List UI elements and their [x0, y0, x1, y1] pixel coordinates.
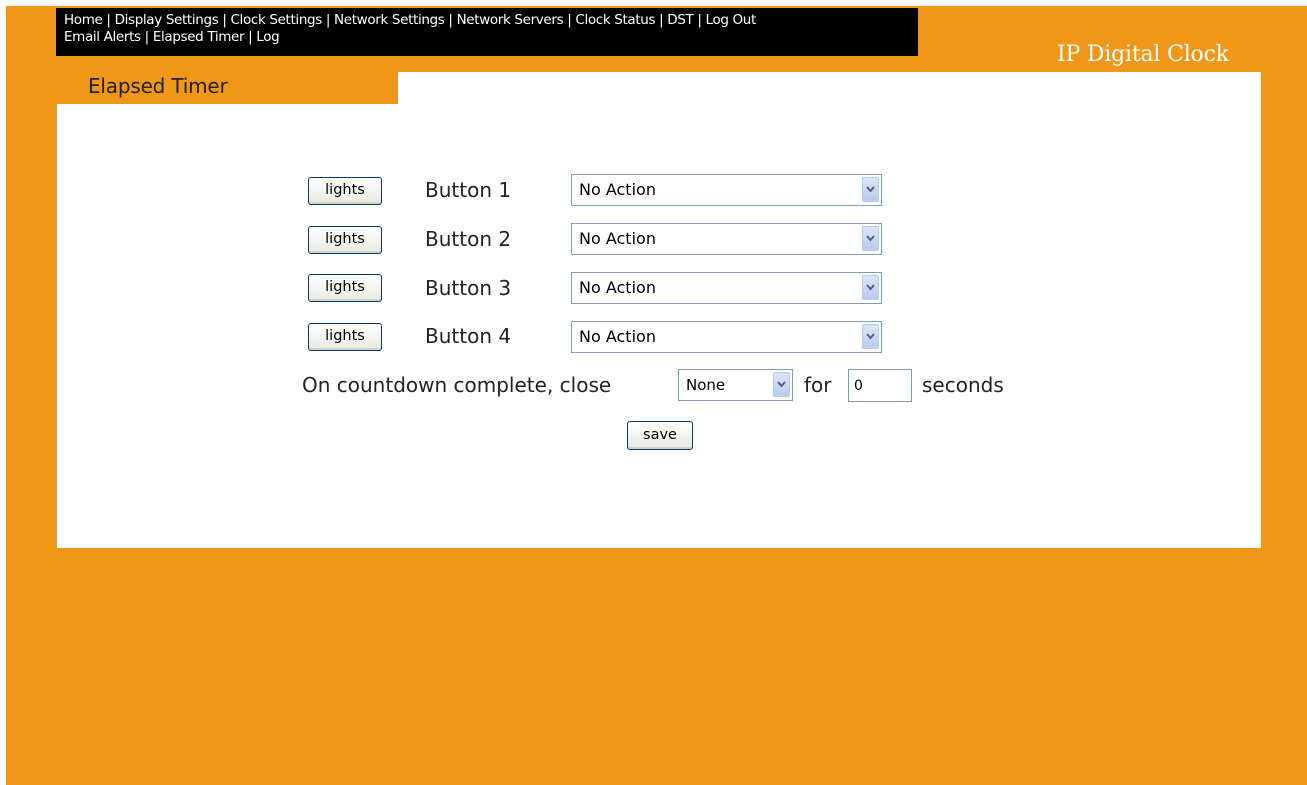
button-3-action-select[interactable]: No Action	[571, 272, 882, 304]
nav-log-link[interactable]: Log	[256, 29, 279, 45]
button-2-action-select[interactable]: No Action	[571, 223, 882, 255]
countdown-close-value: None	[686, 376, 726, 394]
button-2-label: Button 2	[425, 227, 512, 251]
nav-log-out-link[interactable]: Log Out	[706, 12, 757, 28]
dropdown-arrow-icon[interactable]	[773, 372, 790, 397]
lights-button-1[interactable]: lights	[308, 177, 382, 205]
button-4-label: Button 4	[425, 324, 512, 348]
countdown-seconds-input[interactable]	[848, 369, 912, 402]
button-1-label: Button 1	[425, 178, 512, 202]
nav-email-alerts-link[interactable]: Email Alerts	[64, 29, 141, 45]
countdown-seconds-label: seconds	[922, 373, 1004, 397]
nav-home-link[interactable]: Home	[64, 12, 103, 28]
save-button[interactable]: save	[627, 421, 693, 450]
lights-button-3[interactable]: lights	[308, 274, 382, 302]
nav-row-1: Home | Display Settings | Clock Settings…	[64, 12, 918, 29]
nav-separator: |	[144, 29, 153, 45]
nav-separator: |	[697, 12, 706, 28]
button-4-action-select[interactable]: No Action	[571, 321, 882, 353]
dropdown-arrow-icon[interactable]	[862, 275, 879, 300]
nav-separator: |	[448, 12, 457, 28]
brand-title: IP Digital Clock	[1057, 42, 1229, 67]
dropdown-arrow-icon[interactable]	[862, 324, 879, 349]
nav-display-settings-link[interactable]: Display Settings	[115, 12, 219, 28]
button-3-action-value: No Action	[579, 278, 656, 297]
countdown-close-select[interactable]: None	[678, 369, 793, 401]
nav-dst-link[interactable]: DST	[667, 12, 694, 28]
nav-clock-settings-link[interactable]: Clock Settings	[230, 12, 322, 28]
button-4-action-value: No Action	[579, 327, 656, 346]
countdown-for-label: for	[804, 373, 832, 397]
button-1-action-value: No Action	[579, 180, 656, 199]
page-title: Elapsed Timer	[88, 74, 228, 98]
button-2-action-value: No Action	[579, 229, 656, 248]
nav-network-settings-link[interactable]: Network Settings	[334, 12, 445, 28]
dropdown-arrow-icon[interactable]	[862, 177, 879, 202]
nav-row-2: Email Alerts | Elapsed Timer | Log	[64, 29, 918, 46]
nav-separator: |	[325, 12, 335, 28]
nav-separator: |	[106, 12, 115, 28]
top-nav: Home | Display Settings | Clock Settings…	[56, 8, 918, 56]
dropdown-arrow-icon[interactable]	[862, 226, 879, 251]
nav-network-servers-link[interactable]: Network Servers	[457, 12, 564, 28]
content-panel	[57, 72, 1261, 548]
lights-button-2[interactable]: lights	[308, 226, 382, 254]
button-3-label: Button 3	[425, 276, 512, 300]
nav-clock-status-link[interactable]: Clock Status	[575, 12, 655, 28]
lights-button-4[interactable]: lights	[308, 323, 382, 351]
countdown-prefix-label: On countdown complete, close	[302, 373, 612, 397]
button-1-action-select[interactable]: No Action	[571, 174, 882, 206]
nav-elapsed-timer-link[interactable]: Elapsed Timer	[153, 29, 245, 45]
